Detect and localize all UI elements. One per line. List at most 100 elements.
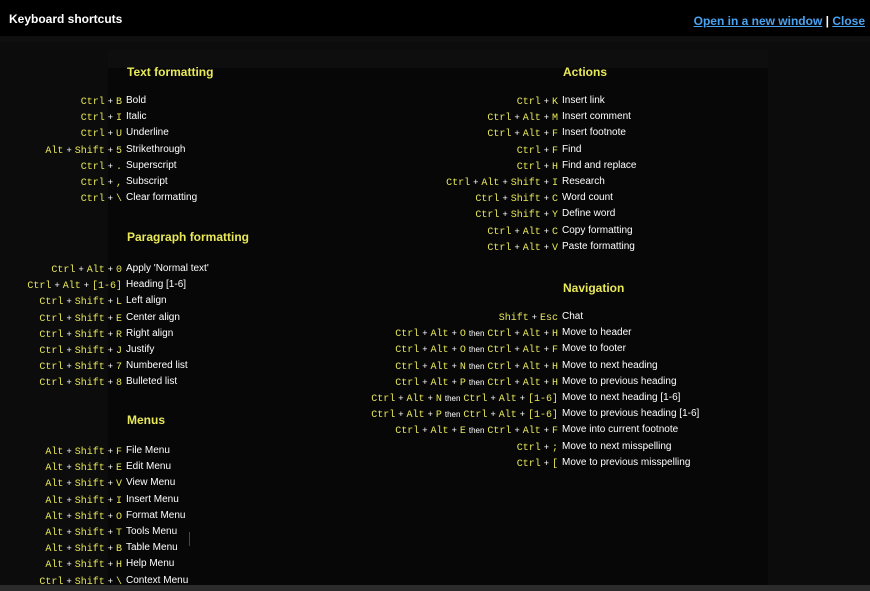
shortcut-row: Alt + Shift + O Format Menu [0, 508, 870, 524]
key-label: Alt [522, 113, 541, 125]
plus-separator: + [514, 241, 520, 252]
key-label: Alt [62, 281, 81, 293]
key-label: V [115, 479, 122, 491]
plus-separator: + [473, 177, 479, 187]
key-label: Ctrl [475, 194, 500, 206]
shortcut-row: Ctrl + Alt + Shift + I Research [0, 174, 870, 190]
key-label: Shift [74, 479, 105, 491]
key-label: ; [551, 442, 558, 454]
shortcut-row: Ctrl + Alt + Othen Ctrl + Alt + F Move to footer [0, 341, 870, 357]
shortcut-row: Ctrl + Alt + M Insert comment [0, 109, 870, 125]
plus-separator: + [66, 527, 72, 537]
key-label: [1-6] [527, 410, 558, 422]
shortcut-description: Table Menu [126, 542, 178, 554]
key-label: Ctrl [446, 178, 471, 189]
key-label: Alt [522, 129, 541, 141]
key-label: Ctrl [487, 361, 512, 373]
plus-separator: + [514, 344, 520, 355]
key-label: F [551, 129, 558, 141]
open-in-new-window-link[interactable]: Open in a new window [694, 14, 823, 28]
key-label: V [551, 242, 558, 254]
shortcut-description: Insert link [562, 95, 605, 106]
plus-separator: + [490, 393, 496, 403]
key-label: Ctrl [371, 394, 396, 405]
key-label: [1-6] [527, 394, 558, 405]
plus-separator: + [422, 360, 428, 371]
key-label: Ctrl [516, 145, 541, 157]
key-label: O [115, 511, 122, 523]
shortcut-row: Ctrl + Alt + Pthen Ctrl + Alt + H Move to previous… [0, 374, 870, 390]
plus-separator: + [422, 328, 428, 339]
close-link[interactable]: Close [832, 14, 865, 28]
plus-separator: + [451, 328, 457, 339]
plus-separator: + [107, 296, 113, 307]
shortcut-row: Ctrl + Shift + C Word count [0, 190, 870, 206]
key-label: Alt [430, 361, 449, 373]
plus-separator: + [543, 209, 549, 220]
plus-separator: + [514, 328, 520, 339]
shortcut-keys: Ctrl + Alt + V [487, 239, 558, 257]
key-label: [ [551, 458, 558, 470]
key-label: Alt [522, 329, 541, 341]
plus-separator: + [543, 96, 549, 106]
plus-separator: + [543, 328, 549, 339]
key-label: Alt [522, 345, 541, 357]
shortcut-description: Move to previous heading [1-6] [562, 408, 700, 420]
key-label: Ctrl [487, 129, 512, 141]
key-label: N [459, 361, 466, 373]
key-label: Alt [430, 377, 449, 389]
key-label: Alt [430, 426, 449, 438]
shortcut-row: Ctrl + Alt + Othen Ctrl + Alt + H Move to header [0, 325, 870, 341]
shortcut-description: Paste formatting [562, 240, 635, 252]
key-label: C [551, 194, 558, 206]
key-label: Alt [522, 426, 541, 438]
key-label: Ctrl [463, 410, 488, 422]
plus-separator: + [451, 376, 457, 387]
then-separator: then [468, 329, 485, 339]
key-label: H [551, 361, 558, 373]
plus-separator: + [398, 393, 404, 403]
section-title: Actions [563, 65, 608, 79]
shortcut-description: Find and replace [562, 159, 637, 171]
shortcut-description: Find [562, 143, 582, 155]
shortcut-keys: Ctrl +[ [517, 455, 558, 473]
shortcut-row: Ctrl + Alt + Nthen Ctrl + Alt + [1-6] Move to next… [0, 390, 870, 406]
dialog-title: Keyboard shortcuts [9, 12, 123, 26]
key-label: Ctrl [463, 394, 488, 405]
shortcut-row: Alt + Shift + T Tools Menu [0, 524, 870, 540]
key-label: F [551, 426, 558, 438]
plus-separator: + [66, 478, 72, 489]
key-label: Ctrl [487, 242, 512, 254]
key-label: Ctrl [371, 410, 396, 422]
plus-separator: + [78, 264, 84, 274]
plus-separator: + [107, 559, 113, 570]
shortcut-row: Ctrl +[Move to previous misspelling [0, 455, 870, 471]
plus-separator: + [502, 193, 508, 204]
plus-separator: + [502, 209, 508, 220]
key-label: H [115, 560, 122, 572]
key-label: Alt [522, 242, 541, 254]
then-separator: then [468, 345, 485, 355]
key-label: Ctrl [39, 297, 64, 309]
shortcut-row: Ctrl + Shift + \ Context Menu [0, 573, 870, 589]
key-label: Ctrl [39, 576, 64, 588]
plus-separator: + [531, 312, 537, 322]
key-label: Ctrl [516, 161, 541, 173]
plus-separator: + [427, 409, 433, 420]
shortcut-description: Move to next heading [562, 359, 658, 371]
key-label: H [551, 329, 558, 341]
shortcut-description: Move to previous heading [562, 375, 677, 387]
key-label: H [551, 161, 558, 173]
shortcut-row: Ctrl + K Insert link [0, 93, 870, 109]
plus-separator: + [66, 494, 72, 505]
key-label: Shift [74, 297, 105, 309]
plus-separator: + [543, 160, 549, 171]
key-label: 0 [115, 265, 122, 276]
shortcut-row: Ctrl + Alt + Nthen Ctrl + Alt + H Move to next hea… [0, 358, 870, 374]
plus-separator: + [451, 344, 457, 355]
key-label: Alt [430, 345, 449, 357]
plus-separator: + [490, 409, 496, 420]
plus-separator: + [543, 177, 549, 187]
shortcut-row: Alt + Shift + I Insert Menu [0, 492, 870, 508]
key-label: Alt [86, 265, 105, 276]
